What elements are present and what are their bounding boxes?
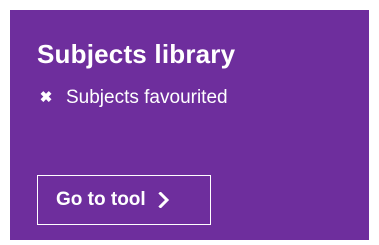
subjects-library-card: Subjects library ✖ Subjects favourited G…: [10, 10, 369, 240]
chevron-right-icon: [158, 192, 170, 208]
go-to-tool-button[interactable]: Go to tool: [37, 175, 211, 225]
status-text: Subjects favourited: [66, 87, 228, 108]
status-row: ✖ Subjects favourited: [38, 86, 228, 110]
card-title: Subjects library: [37, 39, 236, 69]
go-to-tool-label: Go to tool: [56, 189, 146, 210]
close-icon: ✖: [39, 89, 53, 106]
